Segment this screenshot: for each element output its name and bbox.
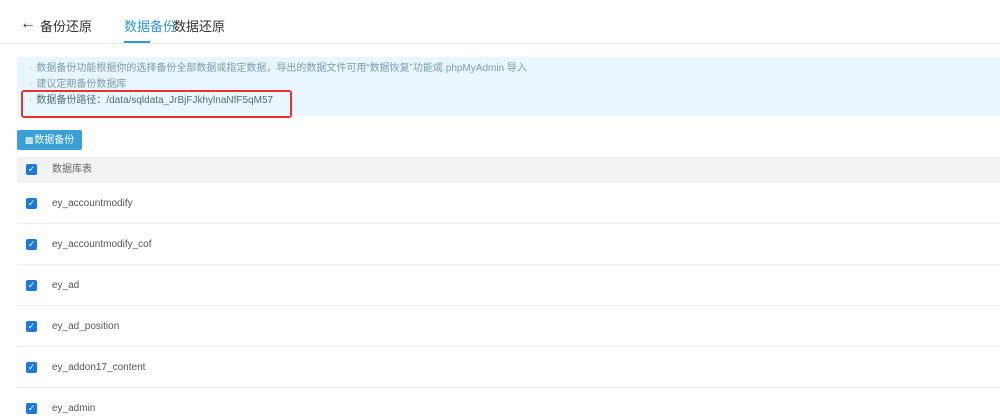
info-suggestion-text: 建议定期备份数据库 (36, 79, 127, 90)
row-checkbox[interactable]: ✓ (26, 403, 37, 414)
data-backup-button-label: 数据备份 (34, 135, 75, 146)
arrow-left-icon[interactable]: ← (20, 16, 36, 32)
table-row: ✓ ey_accountmodify_cof (17, 224, 1000, 265)
row-checkbox[interactable]: ✓ (26, 239, 37, 250)
table-name: ey_admin (52, 403, 96, 414)
top-bar: ← 备份还原 数据备份 数据还原 (0, 0, 1000, 44)
info-line-description: · 数据备份功能根据你的选择备份全部数据或指定数据，导出的数据文件可用“数据恢复”… (29, 63, 527, 74)
table-name: ey_ad (52, 280, 80, 291)
highlight-annotation-box (21, 90, 292, 118)
table-row: ✓ ey_ad (17, 265, 1000, 306)
table-name: ey_accountmodify (52, 198, 133, 209)
tab-data-restore[interactable]: 数据还原 (173, 19, 225, 34)
column-header-tables: 数据库表 (52, 164, 92, 175)
page-title: 备份还原 (40, 19, 93, 34)
active-tab-indicator (124, 41, 150, 43)
backup-icon: ▩ (24, 135, 34, 145)
row-checkbox[interactable]: ✓ (26, 321, 37, 332)
table-row: ✓ ey_ad_position (17, 306, 1000, 347)
select-all-checkbox[interactable]: ✓ (26, 164, 37, 175)
info-description-text: 数据备份功能根据你的选择备份全部数据或指定数据，导出的数据文件可用“数据恢复”功… (36, 63, 527, 74)
row-checkbox[interactable]: ✓ (26, 362, 37, 373)
table-row: ✓ ey_accountmodify (17, 183, 1000, 224)
tab-data-backup[interactable]: 数据备份 (124, 19, 176, 34)
table-row: ✓ ey_addon17_content (17, 347, 1000, 388)
table-name: ey_addon17_content (52, 362, 146, 373)
row-checkbox[interactable]: ✓ (26, 198, 37, 209)
table-name: ey_accountmodify_cof (52, 239, 152, 250)
data-backup-button[interactable]: ▩数据备份 (17, 130, 82, 150)
table-row: ✓ ey_admin (17, 388, 1000, 419)
table-header: ✓ 数据库表 (17, 157, 1000, 183)
row-checkbox[interactable]: ✓ (26, 280, 37, 291)
table-name: ey_ad_position (52, 321, 120, 332)
